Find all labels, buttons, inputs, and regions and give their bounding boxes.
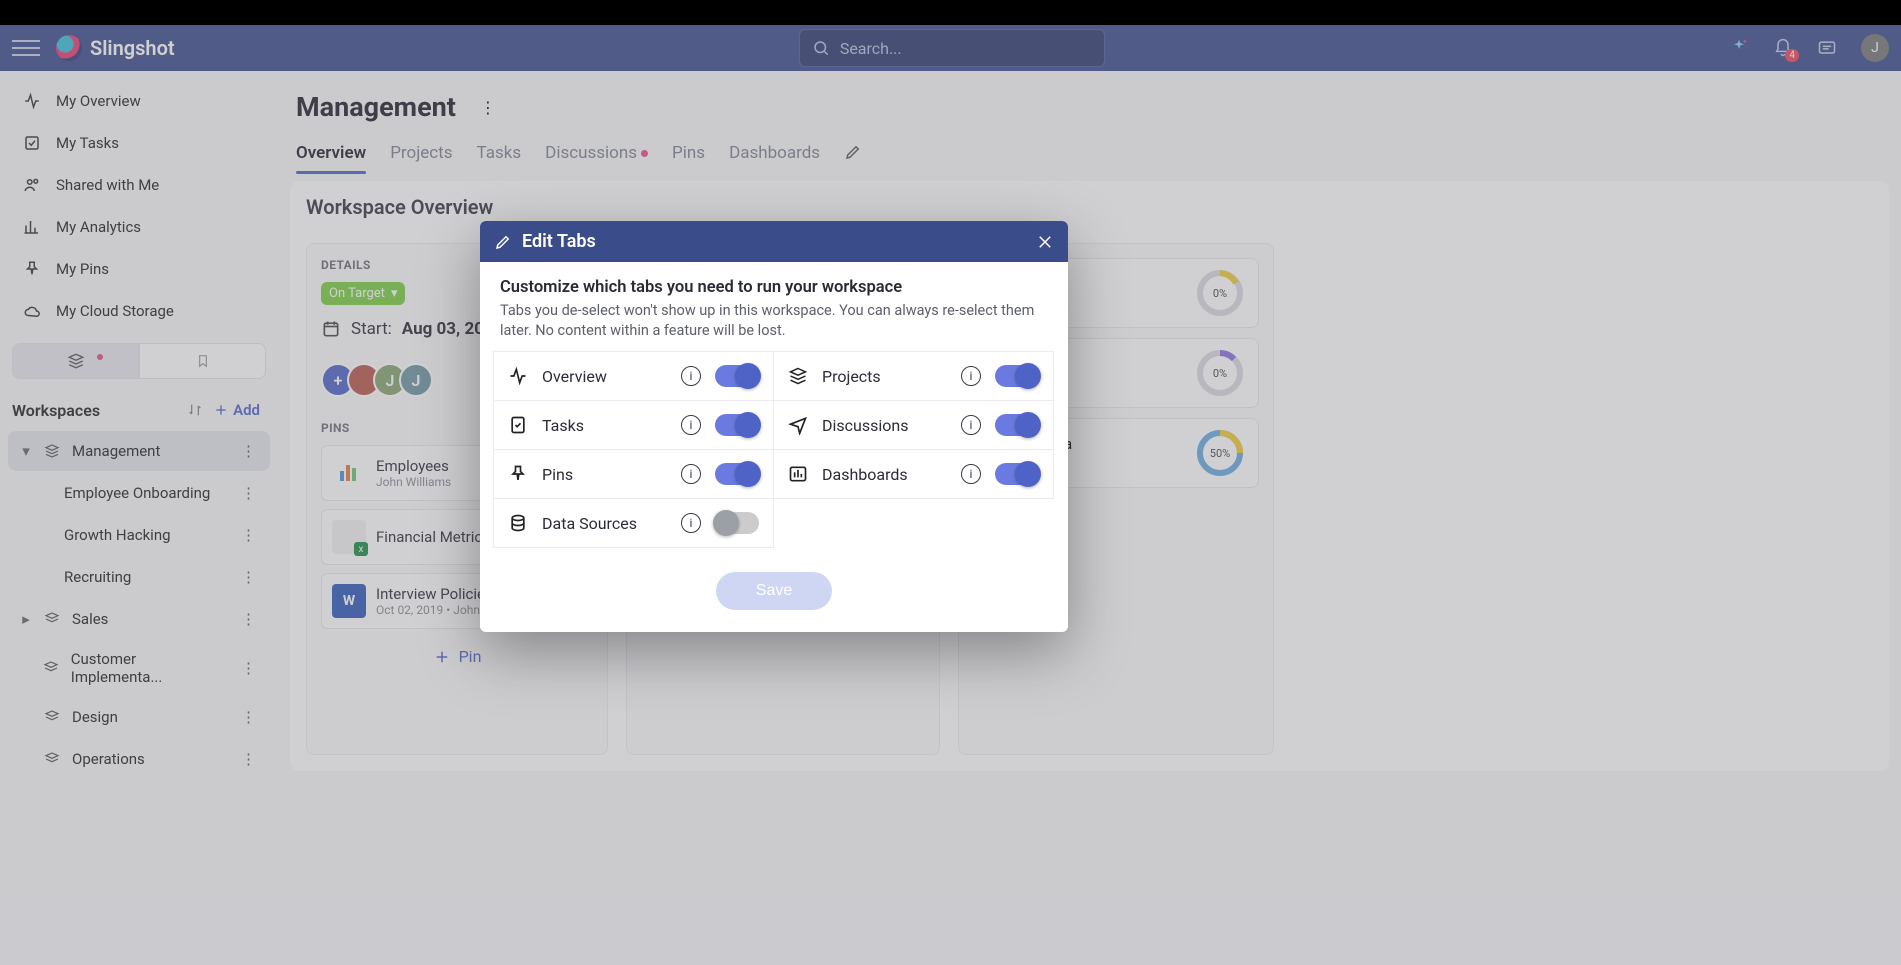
info-icon[interactable]: i [961, 366, 981, 386]
tab-option-tasks: Tasksi [493, 400, 774, 450]
info-icon[interactable]: i [681, 513, 701, 533]
option-icon [508, 366, 528, 386]
option-icon [788, 415, 808, 435]
option-icon [508, 513, 528, 533]
tab-option-data-sources: Data Sources i [493, 498, 774, 548]
option-label: Pins [542, 465, 667, 484]
option-icon [788, 366, 808, 386]
toggle-switch[interactable] [995, 463, 1039, 485]
option-label: Data Sources [542, 514, 667, 533]
info-icon[interactable]: i [961, 464, 981, 484]
tab-option-pins: Pinsi [493, 449, 774, 499]
option-label: Discussions [822, 416, 947, 435]
option-icon [508, 415, 528, 435]
toggle-switch[interactable] [995, 414, 1039, 436]
tab-option-discussions: Discussions i [773, 400, 1054, 450]
option-label: Projects [822, 367, 947, 386]
toggle-switch[interactable] [995, 365, 1039, 387]
option-label: Tasks [542, 416, 667, 435]
info-icon[interactable]: i [961, 415, 981, 435]
option-icon [508, 464, 528, 484]
toggle-switch[interactable] [715, 463, 759, 485]
modal-subtext: Tabs you de-select won't show up in this… [500, 301, 1048, 340]
close-icon[interactable] [1036, 233, 1054, 251]
toggle-switch[interactable] [715, 414, 759, 436]
save-button[interactable]: Save [716, 572, 832, 610]
tab-option-projects: Projects i [773, 351, 1054, 401]
info-icon[interactable]: i [681, 464, 701, 484]
info-icon[interactable]: i [681, 366, 701, 386]
modal-title: Edit Tabs [522, 231, 596, 252]
edit-tabs-modal: Edit Tabs Customize which tabs you need … [480, 221, 1068, 632]
info-icon[interactable]: i [681, 415, 701, 435]
tab-option-overview: Overview i [493, 351, 774, 401]
toggle-switch[interactable] [715, 512, 759, 534]
option-label: Overview [542, 367, 667, 386]
pencil-icon [494, 233, 512, 251]
tab-option-dashboards: Dashboards i [773, 449, 1054, 499]
modal-lead: Customize which tabs you need to run you… [500, 278, 1048, 297]
option-icon [788, 464, 808, 484]
option-label: Dashboards [822, 465, 947, 484]
toggle-switch[interactable] [715, 365, 759, 387]
